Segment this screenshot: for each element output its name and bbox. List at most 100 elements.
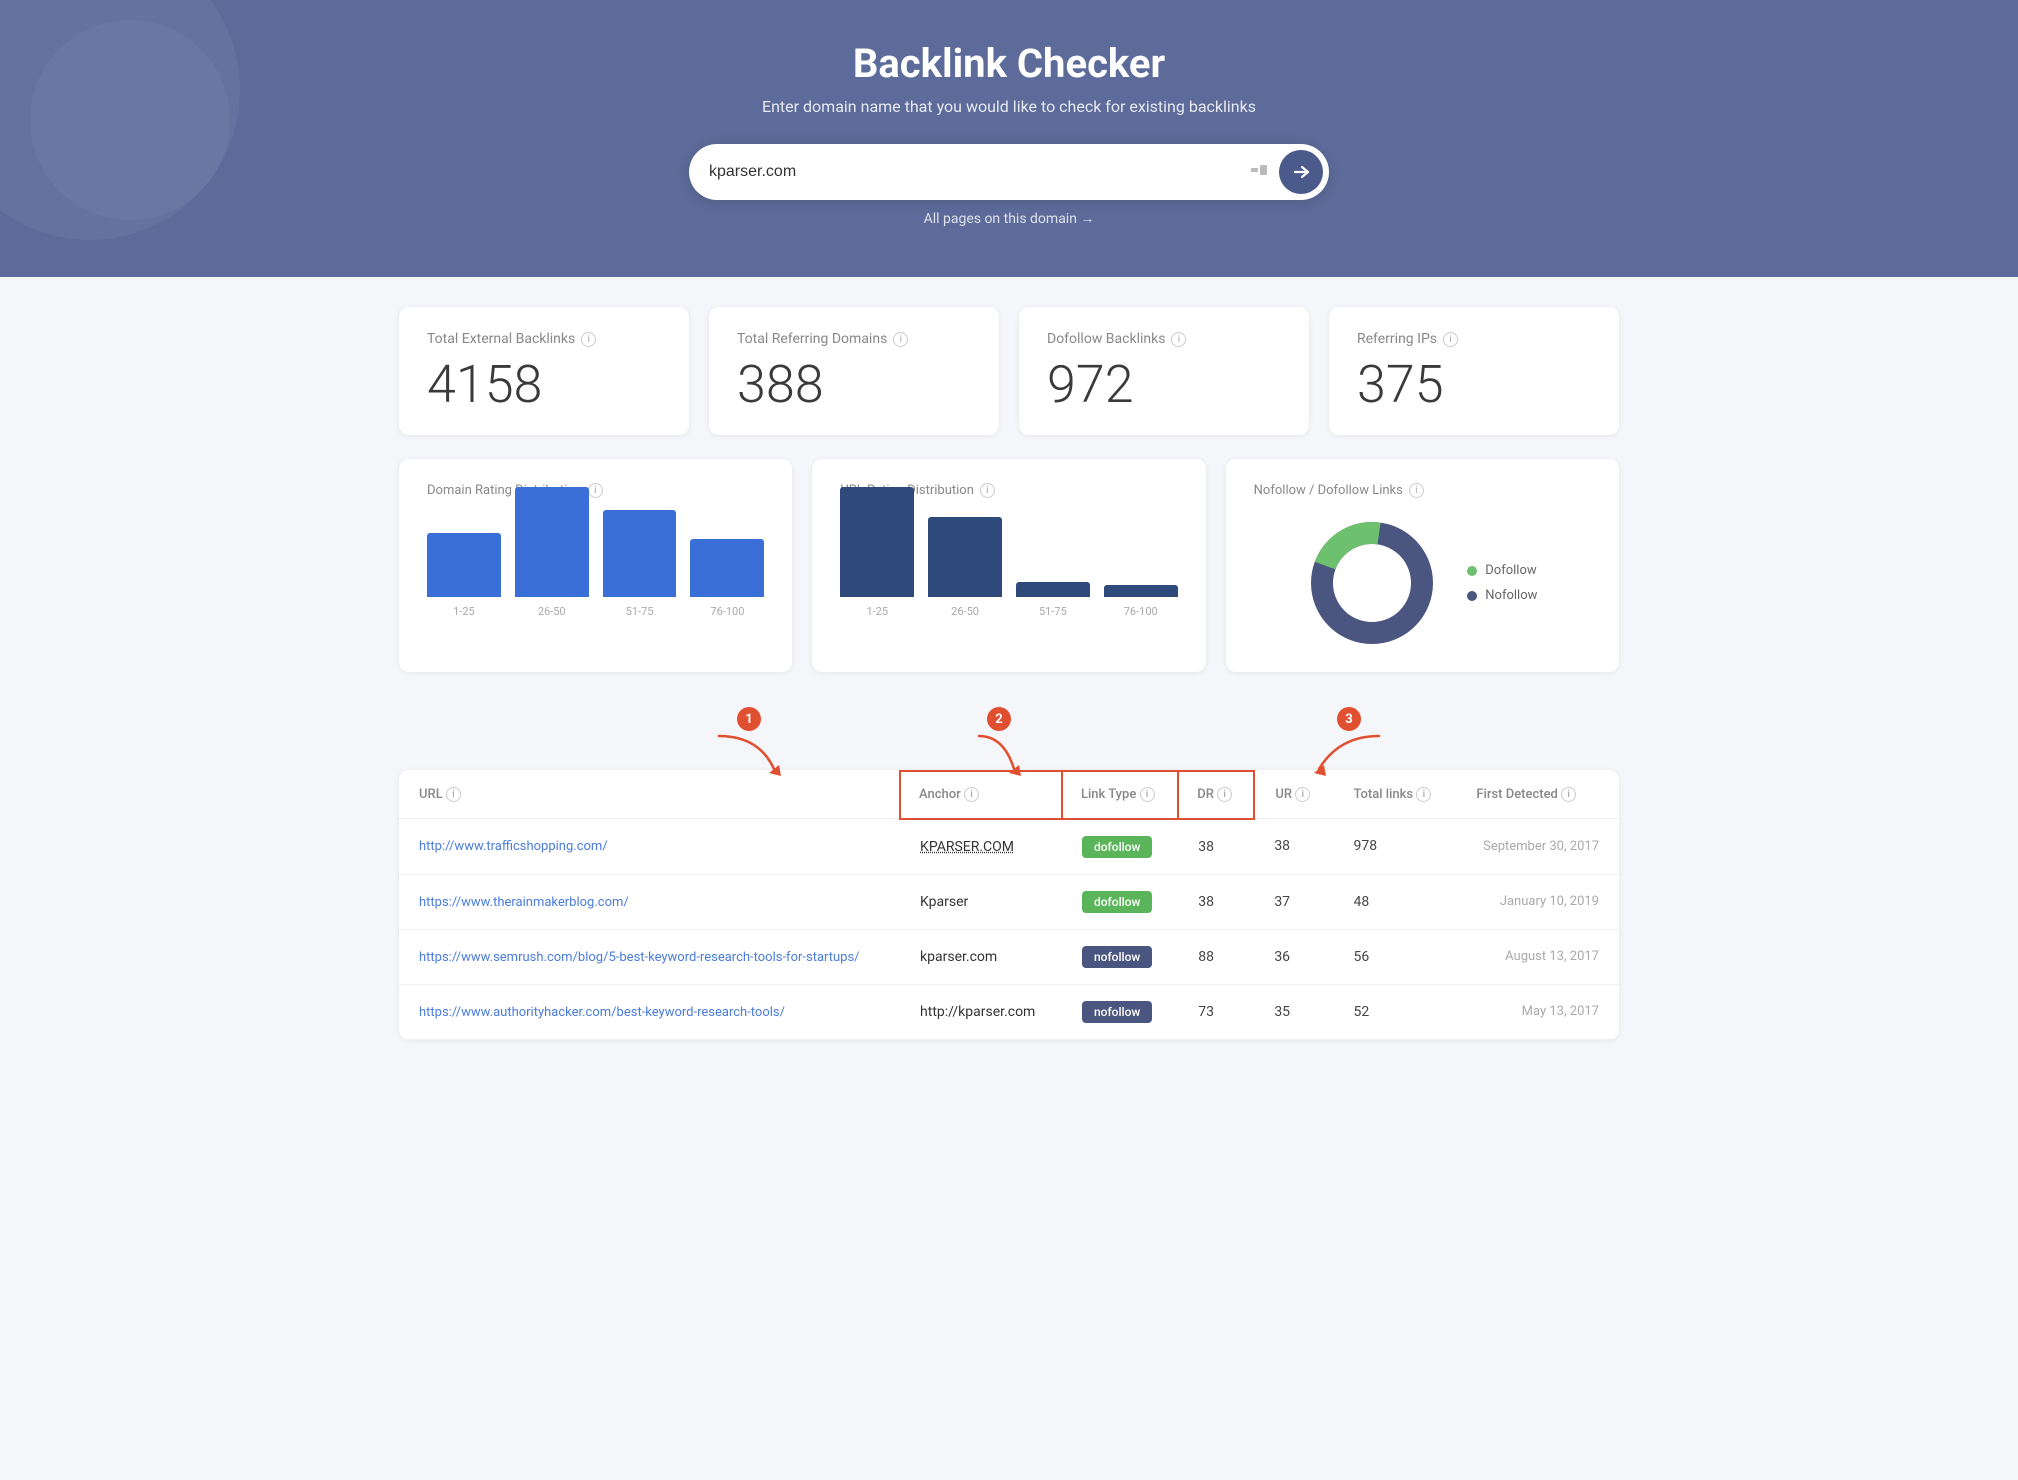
bar-group: 76-100 [690,539,764,618]
dofollow-label: Dofollow [1485,563,1536,578]
url-link[interactable]: http://www.trafficshopping.com/ [419,839,608,854]
link-type-cell: dofollow [1062,819,1178,875]
url-link[interactable]: https://www.semrush.com/blog/5-best-keyw… [419,950,860,965]
info-icon-domains[interactable]: i [893,332,908,347]
info-icon-url-col[interactable]: i [446,787,461,802]
stat-label-ips: Referring IPs i [1357,331,1591,347]
table-row: https://www.authorityhacker.com/best-key… [399,984,1619,1039]
annotation-number-3: 3 [1337,707,1361,731]
info-icon-dr-chart[interactable]: i [588,483,603,498]
bar-label: 26-50 [951,605,979,618]
bar-group: 1-25 [427,533,501,618]
legend-dofollow: Dofollow [1467,563,1537,578]
dr-cell: 38 [1178,819,1254,875]
info-icon-anchor-col[interactable]: i [964,787,979,802]
search-input[interactable] [709,163,1239,181]
anchor-cell: KPARSER.COM [900,819,1062,875]
annotations-row: 1 2 3 [399,702,1619,772]
info-icon-ur-chart[interactable]: i [980,483,995,498]
total-links-cell: 52 [1333,984,1456,1039]
first-detected-cell: May 13, 2017 [1456,984,1619,1039]
stat-card-total-backlinks: Total External Backlinks i 4158 [399,307,689,435]
link-type-cell: dofollow [1062,874,1178,929]
search-hint: All pages on this domain → [20,210,1998,227]
dr-cell: 88 [1178,929,1254,984]
info-icon-dofollow[interactable]: i [1171,332,1186,347]
annotation-2: 2 [969,707,1029,776]
donut-container: Dofollow Nofollow [1254,518,1591,648]
bar-label: 26-50 [538,605,566,618]
url-rating-chart: URL Rating Distribution i 1-2526-5051-75… [812,459,1205,672]
search-submit-button[interactable] [1279,150,1323,194]
nofollow-label: Nofollow [1485,588,1537,603]
stat-card-referring-ips: Referring IPs i 375 [1329,307,1619,435]
bar-label: 1-25 [866,605,888,618]
stat-card-dofollow: Dofollow Backlinks i 972 [1019,307,1309,435]
bar-group: 51-75 [1016,582,1090,618]
url-link[interactable]: https://www.therainmakerblog.com/ [419,895,629,910]
info-icon-ips[interactable]: i [1443,332,1458,347]
annotation-3: 3 [1299,707,1399,776]
total-links-cell: 978 [1333,819,1456,875]
info-icon-linktype-col[interactable]: i [1140,787,1155,802]
bar-label: 51-75 [1039,605,1067,618]
col-header-url: URL i [399,771,900,819]
legend-nofollow: Nofollow [1467,588,1537,603]
stat-value-domains: 388 [737,359,971,411]
link-type-badge: nofollow [1082,946,1152,968]
dr-cell: 38 [1178,874,1254,929]
info-icon-total-col[interactable]: i [1416,787,1431,802]
url-cell: http://www.trafficshopping.com/ [399,819,900,875]
url-cell: https://www.semrush.com/blog/5-best-keyw… [399,929,900,984]
stat-label-backlinks: Total External Backlinks i [427,331,661,347]
stat-value-ips: 375 [1357,359,1591,411]
info-icon-dr-col[interactable]: i [1217,787,1232,802]
ur-cell: 35 [1254,984,1333,1039]
header-section: Backlink Checker Enter domain name that … [0,0,2018,277]
info-icon-ur-col[interactable]: i [1295,787,1310,802]
anchor-cell: http://kparser.com [900,984,1062,1039]
stat-value-backlinks: 4158 [427,359,661,411]
backlinks-table: URL i Anchor i Link Type i [399,770,1619,1040]
info-icon-donut-chart[interactable]: i [1409,483,1424,498]
header-subtitle: Enter domain name that you would like to… [20,97,1998,116]
url-cell: https://www.therainmakerblog.com/ [399,874,900,929]
anchor-text: KPARSER.COM [920,839,1014,855]
annotation-1: 1 [709,707,789,776]
bar [1104,585,1178,597]
annotation-number-2: 2 [987,707,1011,731]
stat-value-dofollow: 972 [1047,359,1281,411]
first-detected-cell: January 10, 2019 [1456,874,1619,929]
info-icon-backlinks[interactable]: i [581,332,596,347]
anchor-cell: kparser.com [900,929,1062,984]
table-header-row: URL i Anchor i Link Type i [399,771,1619,819]
annotation-number-1: 1 [737,707,761,731]
info-icon-detected-col[interactable]: i [1561,787,1576,802]
url-link[interactable]: https://www.authorityhacker.com/best-key… [419,1005,785,1020]
bar [603,510,677,597]
col-header-ur: UR i [1254,771,1333,819]
table-row: http://www.trafficshopping.com/KPARSER.C… [399,819,1619,875]
col-header-first-detected: First Detected i [1456,771,1619,819]
arrow-3-svg [1299,731,1399,776]
bar-group: 76-100 [1104,585,1178,618]
table-row: https://www.therainmakerblog.com/Kparser… [399,874,1619,929]
bar [427,533,501,597]
bar-group: 26-50 [928,517,1002,618]
arrow-1-svg [709,731,789,776]
clear-icon[interactable] [1239,156,1279,189]
bar [1016,582,1090,597]
stat-label-domains: Total Referring Domains i [737,331,971,347]
link-type-badge: nofollow [1082,1001,1152,1023]
ur-cell: 38 [1254,819,1333,875]
bar [515,487,589,597]
main-content: Total External Backlinks i 4158 Total Re… [379,277,1639,1070]
bar-label: 51-75 [626,605,654,618]
nofollow-dofollow-chart: Nofollow / Dofollow Links i Dofollow [1226,459,1619,672]
bar [840,487,914,597]
table-wrapper: URL i Anchor i Link Type i [399,770,1619,1040]
nofollow-dofollow-title: Nofollow / Dofollow Links i [1254,483,1591,498]
link-type-badge: dofollow [1082,891,1152,913]
link-type-badge: dofollow [1082,836,1152,858]
domain-rating-chart: Domain Rating Distribution i 1-2526-5051… [399,459,792,672]
